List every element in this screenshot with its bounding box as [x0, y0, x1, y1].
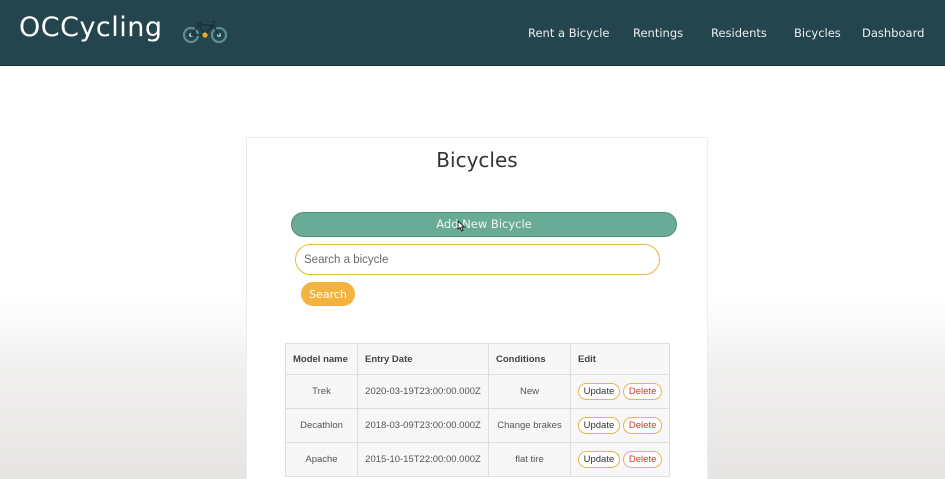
- edit-cell: Update Delete: [570, 408, 670, 443]
- delete-button[interactable]: Delete: [622, 383, 663, 400]
- model-name-cell: Trek: [285, 374, 358, 409]
- model-name-cell: Decathlon: [285, 408, 358, 443]
- page-title: Bicycles: [436, 148, 518, 172]
- column-header-model-name: Model name: [285, 343, 358, 375]
- column-header-conditions: Conditions: [488, 343, 571, 375]
- nav-link-dashboard[interactable]: Dashboard: [862, 26, 924, 40]
- top-navbar: OCCycling Rent a Bicycle Rentings Reside…: [0, 0, 945, 66]
- nav-link-residents[interactable]: Residents: [711, 26, 767, 40]
- edit-cell: Update Delete: [570, 374, 670, 409]
- bicycle-icon: [182, 21, 228, 44]
- condition-cell: New: [488, 374, 571, 409]
- entry-date-cell: 2015-10-15T22:00:00.000Z: [357, 442, 489, 477]
- table-row: Decathlon 2018-03-09T23:00:00.000Z Chang…: [285, 408, 670, 443]
- search-button[interactable]: Search: [301, 282, 355, 306]
- table-row: Trek 2020-03-19T23:00:00.000Z New Update…: [285, 374, 670, 409]
- add-new-bicycle-button[interactable]: Add New Bicycle: [291, 212, 677, 237]
- condition-cell: Change brakes: [488, 408, 571, 443]
- nav-link-rentings[interactable]: Rentings: [633, 26, 683, 40]
- model-name-cell: Apache: [285, 442, 358, 477]
- delete-button[interactable]: Delete: [622, 417, 663, 434]
- condition-cell: flat tire: [488, 442, 571, 477]
- mouse-cursor-icon: [457, 220, 466, 232]
- nav-link-rent-a-bicycle[interactable]: Rent a Bicycle: [528, 26, 610, 40]
- table-row: Apache 2015-10-15T22:00:00.000Z flat tir…: [285, 442, 670, 477]
- nav-link-bicycles[interactable]: Bicycles: [794, 26, 841, 40]
- update-button[interactable]: Update: [577, 417, 621, 434]
- entry-date-cell: 2020-03-19T23:00:00.000Z: [357, 374, 489, 409]
- column-header-edit: Edit: [570, 343, 670, 375]
- brand-logo-text[interactable]: OCCycling: [19, 12, 163, 43]
- update-button[interactable]: Update: [577, 383, 621, 400]
- edit-cell: Update Delete: [570, 442, 670, 477]
- search-input[interactable]: [295, 244, 660, 275]
- bicycles-table: Model name Entry Date Conditions Edit Tr…: [285, 343, 670, 477]
- column-header-entry-date: Entry Date: [357, 343, 489, 375]
- entry-date-cell: 2018-03-09T23:00:00.000Z: [357, 408, 489, 443]
- table-header-row: Model name Entry Date Conditions Edit: [285, 343, 670, 375]
- delete-button[interactable]: Delete: [622, 451, 663, 468]
- update-button[interactable]: Update: [577, 451, 621, 468]
